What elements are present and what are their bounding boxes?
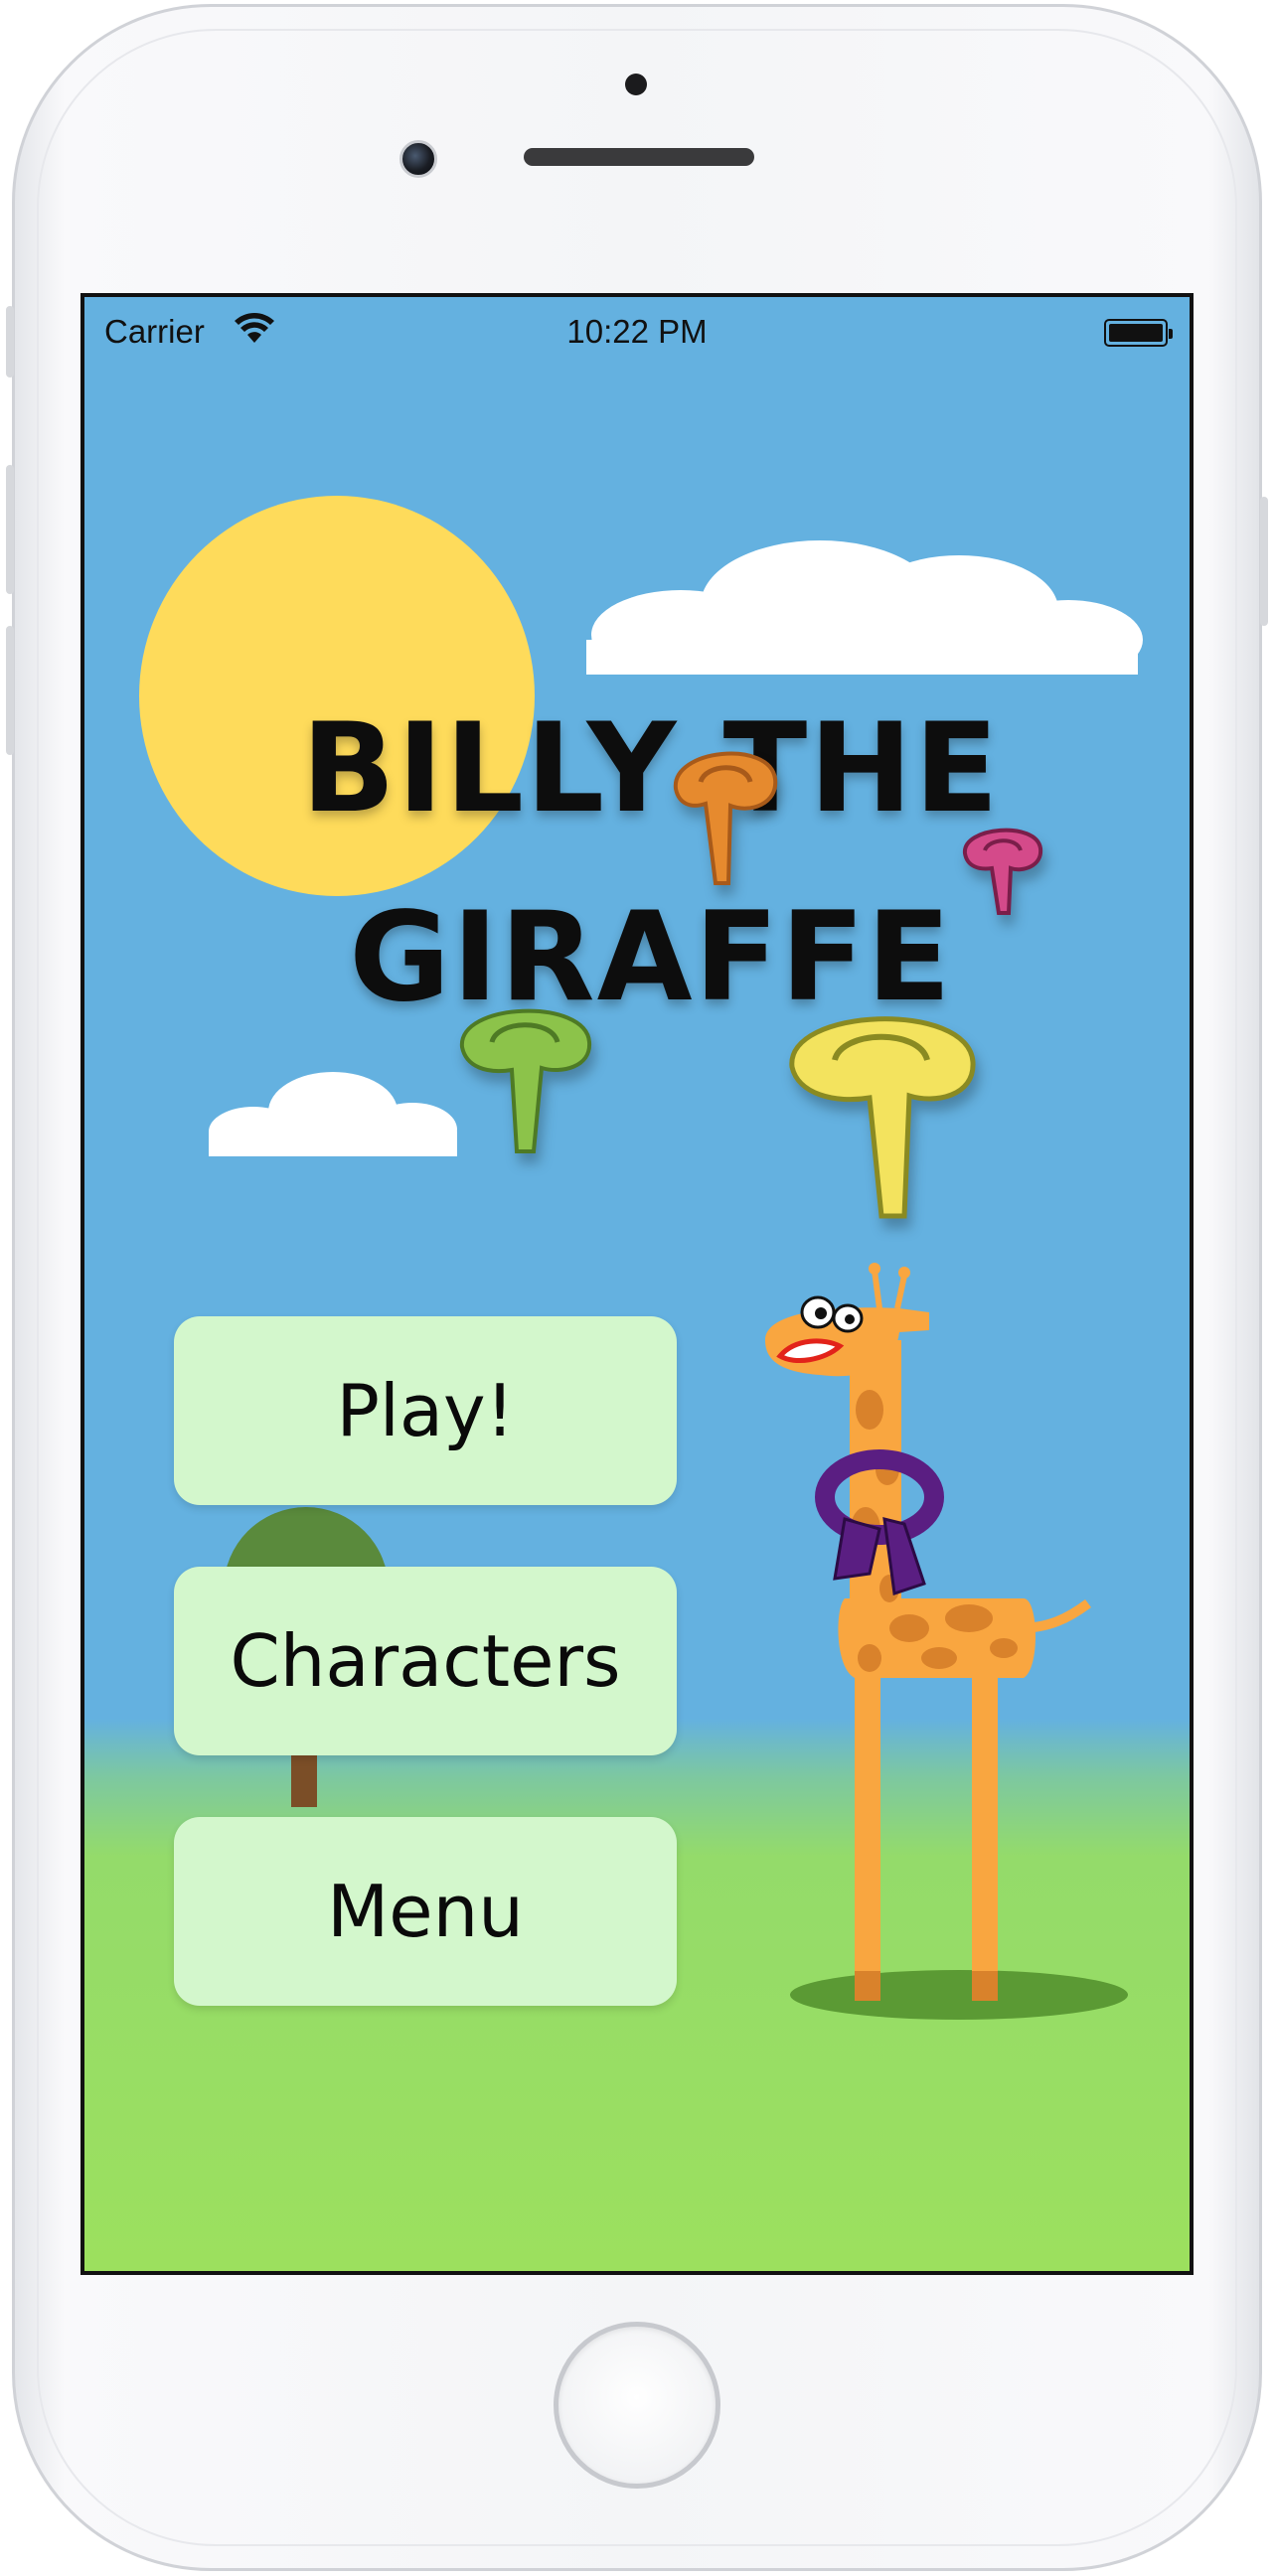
power-button [1260,497,1268,626]
volume-up-button [6,465,14,594]
battery-full-icon [1104,319,1173,347]
cloud-small [209,1072,457,1156]
home-button[interactable] [554,2322,720,2489]
status-bar: Carrier 10:22 PM [84,297,1190,367]
mute-switch [6,306,14,378]
scarf-pink [963,828,1043,915]
earpiece-speaker [524,148,754,166]
clock: 10:22 PM [566,313,708,350]
game-title-line1: BILLY THE [301,697,1001,840]
scarf-green [459,1008,592,1153]
billy-giraffe [765,1263,1091,2001]
scarf-orange [673,751,778,885]
game-screen: Carrier 10:22 PM BILLY THE GIRAFFE Play!… [80,293,1194,2275]
cloud-large [586,540,1143,675]
proximity-sensor [625,74,647,95]
front-camera [399,140,437,178]
menu-button[interactable]: Menu [174,1817,677,2006]
scarf-yellow [789,1016,976,1219]
play-button[interactable]: Play! [174,1316,677,1505]
characters-button[interactable]: Characters [174,1567,677,1755]
volume-down-button [6,626,14,755]
